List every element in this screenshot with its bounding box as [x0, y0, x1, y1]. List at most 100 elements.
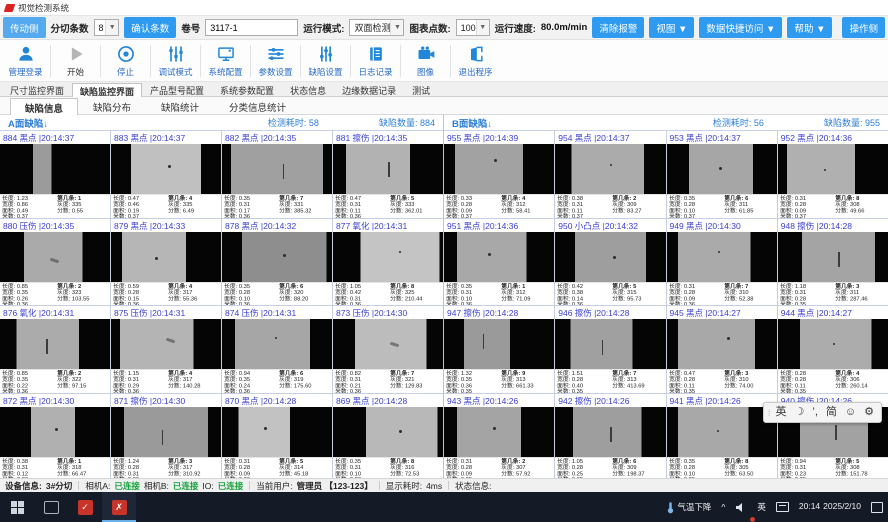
drive-side-button[interactable]: 传动侧 — [3, 17, 46, 38]
defect-cell[interactable]: 955 黑点 |20:14:39长度: 0.33宽度: 0.28面积: 0.09… — [444, 131, 554, 218]
defect-cell[interactable]: 941 黑点 |20:14:26长度: 0.35宽度: 0.28面积: 0.10… — [667, 394, 777, 478]
confirm-count-button[interactable]: 确认条数 — [124, 17, 176, 38]
defect-cell[interactable]: 870 黑点 |20:14:28长度: 0.31宽度: 0.28面积: 0.09… — [222, 394, 332, 478]
defect-stats-text: 长度: 0.31宽度: 0.28面积: 0.09米数: 0.37第几条: 8灰度… — [778, 195, 888, 218]
defect-cell[interactable]: 869 黑点 |20:14:28长度: 0.35宽度: 0.31面积: 0.10… — [333, 394, 443, 478]
main-tab-5[interactable]: 边缘数据记录 — [334, 82, 404, 96]
defect-cell[interactable]: 946 擦伤 |20:14:28长度: 1.51宽度: 0.28面积: 0.40… — [555, 306, 665, 393]
defect-cell[interactable]: 950 小凸点 |20:14:32长度: 0.42宽度: 0.38面积: 0.1… — [555, 219, 665, 306]
toolbar-divider — [150, 45, 151, 77]
operator-side-button[interactable]: 操作侧 — [842, 17, 885, 38]
slit-count-select[interactable]: 8 ▼ — [94, 19, 120, 36]
defect-cell-header: 879 黑点 |20:14:33 — [111, 219, 221, 232]
defect-cell[interactable]: 945 黑点 |20:14:27长度: 0.47宽度: 0.28面积: 0.11… — [667, 306, 777, 393]
defect-stats: 长度: 1.32宽度: 0.35面积: 0.36米数: 0.35第几条: 9灰度… — [444, 369, 554, 393]
defect-stats-left: 长度: 0.59宽度: 0.28面积: 0.15米数: 0.36 — [113, 283, 168, 305]
ime-emoji-icon[interactable]: ☺ — [842, 403, 859, 422]
toolbar-button-play[interactable]: 开始 — [52, 41, 99, 81]
start-button[interactable] — [0, 492, 34, 522]
ime-simplified-toggle[interactable]: 简 — [823, 403, 840, 422]
help-menu-button[interactable]: 帮助 ▼ — [787, 17, 832, 38]
stat-score-line: 分数: 413.69 — [613, 383, 664, 389]
defect-cell[interactable]: 949 黑点 |20:14:30长度: 0.31宽度: 0.28面积: 0.09… — [667, 219, 777, 306]
main-tab-6[interactable]: 测试 — [404, 82, 438, 96]
roll-no-input[interactable] — [205, 19, 298, 36]
tray-expand-button[interactable]: ^ — [716, 492, 730, 522]
defect-cell[interactable]: 874 压伤 |20:14:31长度: 0.94宽度: 0.35面积: 0.24… — [222, 306, 332, 393]
main-tab-4[interactable]: 状态信息 — [282, 82, 334, 96]
defect-cell[interactable]: 879 黑点 |20:14:33 长度: 0.59宽度: 0.28面积: 0.15… — [111, 219, 221, 306]
main-tab-2[interactable]: 产品型号配置 — [142, 82, 212, 96]
view-menu-button[interactable]: 视图 ▼ — [649, 17, 694, 38]
defect-cell[interactable]: 954 黑点 |20:14:37长度: 0.38宽度: 0.31面积: 0.11… — [555, 131, 665, 218]
defect-cell[interactable]: 884 黑点 |20:14:37长度: 1.23宽度: 0.86面积: 0.49… — [0, 131, 110, 218]
defect-cell[interactable]: 944 黑点 |20:14:27长度: 0.28宽度: 0.28面积: 0.11… — [778, 306, 888, 393]
defect-cell[interactable]: 872 黑点 |20:14:30长度: 0.38宽度: 0.31面积: 0.12… — [0, 394, 110, 478]
defect-cell[interactable]: 882 黑点 |20:14:35长度: 0.35宽度: 0.31面积: 0.17… — [222, 131, 332, 218]
action-center-button[interactable] — [866, 492, 888, 522]
defect-cell[interactable]: 952 黑点 |20:14:36长度: 0.31宽度: 0.28面积: 0.09… — [778, 131, 888, 218]
toolbar-button-user[interactable]: 管理登录 — [2, 41, 49, 81]
sub-tab-3[interactable]: 分类信息统计 — [214, 97, 301, 114]
taskbar-app-red-1[interactable]: ✓ — [68, 492, 102, 522]
stat-line: 米数: 0.35 — [557, 477, 612, 478]
defect-image — [667, 407, 777, 457]
defect-cell[interactable]: 878 黑点 |20:14:32长度: 0.35宽度: 0.28面积: 0.10… — [222, 219, 332, 306]
defect-cell[interactable]: 942 擦伤 |20:14:26长度: 1.05宽度: 0.28面积: 0.25… — [555, 394, 665, 478]
panel-a-title: A面缺陷↓ — [8, 116, 48, 130]
toolbar-button-camera[interactable]: 图像 — [402, 41, 449, 81]
chart-points-select[interactable]: 100 ▼ — [456, 19, 490, 36]
defect-image — [333, 407, 443, 457]
data-quick-access-menu-button[interactable]: 数据快捷访问 ▼ — [699, 17, 782, 38]
ime-drag-handle[interactable]: ⁞ — [768, 408, 771, 418]
ime-settings-gear-icon[interactable]: ⚙ — [861, 403, 877, 422]
defect-stats-right: 第几条: 6灰度: 320分数: 88.20 — [279, 283, 330, 305]
ime-lang-toggle[interactable]: 英 — [773, 403, 790, 422]
defect-cell[interactable]: 877 氧化 |20:14:31长度: 1.05宽度: 0.42面积: 0.31… — [333, 219, 443, 306]
defect-cell[interactable]: 871 擦伤 |20:14:30长度: 1.24宽度: 0.28面积: 0.31… — [111, 394, 221, 478]
defect-cell[interactable]: 881 擦伤 |20:14:35长度: 0.47宽度: 0.31面积: 0.11… — [333, 131, 443, 218]
main-tab-3[interactable]: 系统参数配置 — [212, 82, 282, 96]
toolbar-button-log-book[interactable]: 日志记录 — [352, 41, 399, 81]
sub-tab-2[interactable]: 缺陷统计 — [146, 97, 214, 114]
toolbar-button-stop[interactable]: 停止 — [102, 41, 149, 81]
keyboard-tray-button[interactable] — [771, 492, 794, 522]
run-mode-select[interactable]: 双面检测 ▼ — [349, 19, 404, 36]
main-tab-0[interactable]: 尺寸监控界面 — [2, 82, 72, 96]
toolbar-button-monitor[interactable]: 系统配置 — [202, 41, 249, 81]
defect-cell[interactable]: 873 压伤 |20:14:30长度: 0.82宽度: 0.31面积: 0.21… — [333, 306, 443, 393]
defect-stats-text: 长度: 0.35宽度: 0.31面积: 0.10米数: 0.36第几条: 1灰度… — [444, 283, 554, 306]
defect-cell[interactable]: 876 氧化 |20:14:31长度: 0.85宽度: 0.35面积: 0.22… — [0, 306, 110, 393]
toolbar-button-debug-sliders[interactable]: 调试模式 — [152, 41, 199, 81]
defect-cell-header: 951 黑点 |20:14:36 — [444, 219, 554, 232]
ime-punctuation-icon[interactable]: ’, — [809, 403, 821, 422]
ime-language-button[interactable]: 英 — [752, 492, 771, 522]
main-tab-1[interactable]: 缺陷监控界面 — [72, 83, 142, 97]
clear-alarm-button[interactable]: 清除报警 — [592, 17, 644, 38]
ime-fullhalf-moon-icon[interactable]: ☽ — [792, 403, 808, 422]
sub-tab-1[interactable]: 缺陷分布 — [78, 97, 146, 114]
volume-tray-button[interactable] — [730, 492, 752, 522]
taskbar-app-detection[interactable]: ✗ — [102, 492, 136, 522]
toolbar-button-params-sliders[interactable]: 参数设置 — [252, 41, 299, 81]
defect-stats: 长度: 0.38宽度: 0.31面积: 0.12米数: 0.36第几条: 1灰度… — [0, 457, 110, 478]
toolbar-button-defect-sliders[interactable]: 缺陷设置 — [302, 41, 349, 81]
defect-cell[interactable]: 875 压伤 |20:14:31长度: 1.15宽度: 0.31面积: 0.29… — [111, 306, 221, 393]
sub-tab-0[interactable]: 缺陷信息 — [10, 98, 78, 115]
weather-tray-item[interactable]: 气温下降 — [662, 492, 716, 522]
clock-tray[interactable]: 20:14 2025/2/10 — [794, 492, 866, 522]
defect-cell-header: 941 黑点 |20:14:26 — [667, 394, 777, 407]
taskbar-app-explorer[interactable] — [34, 492, 68, 522]
defect-cell-header: 954 黑点 |20:14:37 — [555, 131, 665, 144]
stat-score-line: 分数: 287.46 — [835, 296, 886, 302]
toolbar-button-exit-door[interactable]: 退出程序 — [452, 41, 499, 81]
defect-cell[interactable]: 948 擦伤 |20:14:28长度: 1.18宽度: 0.31面积: 0.28… — [778, 219, 888, 306]
defect-cell[interactable]: 880 压伤 |20:14:35长度: 0.85宽度: 0.35面积: 0.26… — [0, 219, 110, 306]
defect-cell[interactable]: 883 黑点 |20:14:37长度: 0.47宽度: 0.46面积: 0.19… — [111, 131, 221, 218]
defect-cell[interactable]: 943 黑点 |20:14:26长度: 0.31宽度: 0.28面积: 0.09… — [444, 394, 554, 478]
defect-stats-left: 长度: 0.31宽度: 0.28面积: 0.09米数: 0.36 — [669, 283, 724, 305]
defect-cell[interactable]: 947 擦伤 |20:14:28长度: 1.32宽度: 0.35面积: 0.36… — [444, 306, 554, 393]
defect-cell[interactable]: 953 黑点 |20:14:37长度: 0.35宽度: 0.28面积: 0.10… — [667, 131, 777, 218]
defect-cell[interactable]: 951 黑点 |20:14:36 长度: 0.35宽度: 0.31面积: 0.10… — [444, 219, 554, 306]
panel-a-defect-count: 缺陷数量: 884 — [379, 116, 435, 129]
